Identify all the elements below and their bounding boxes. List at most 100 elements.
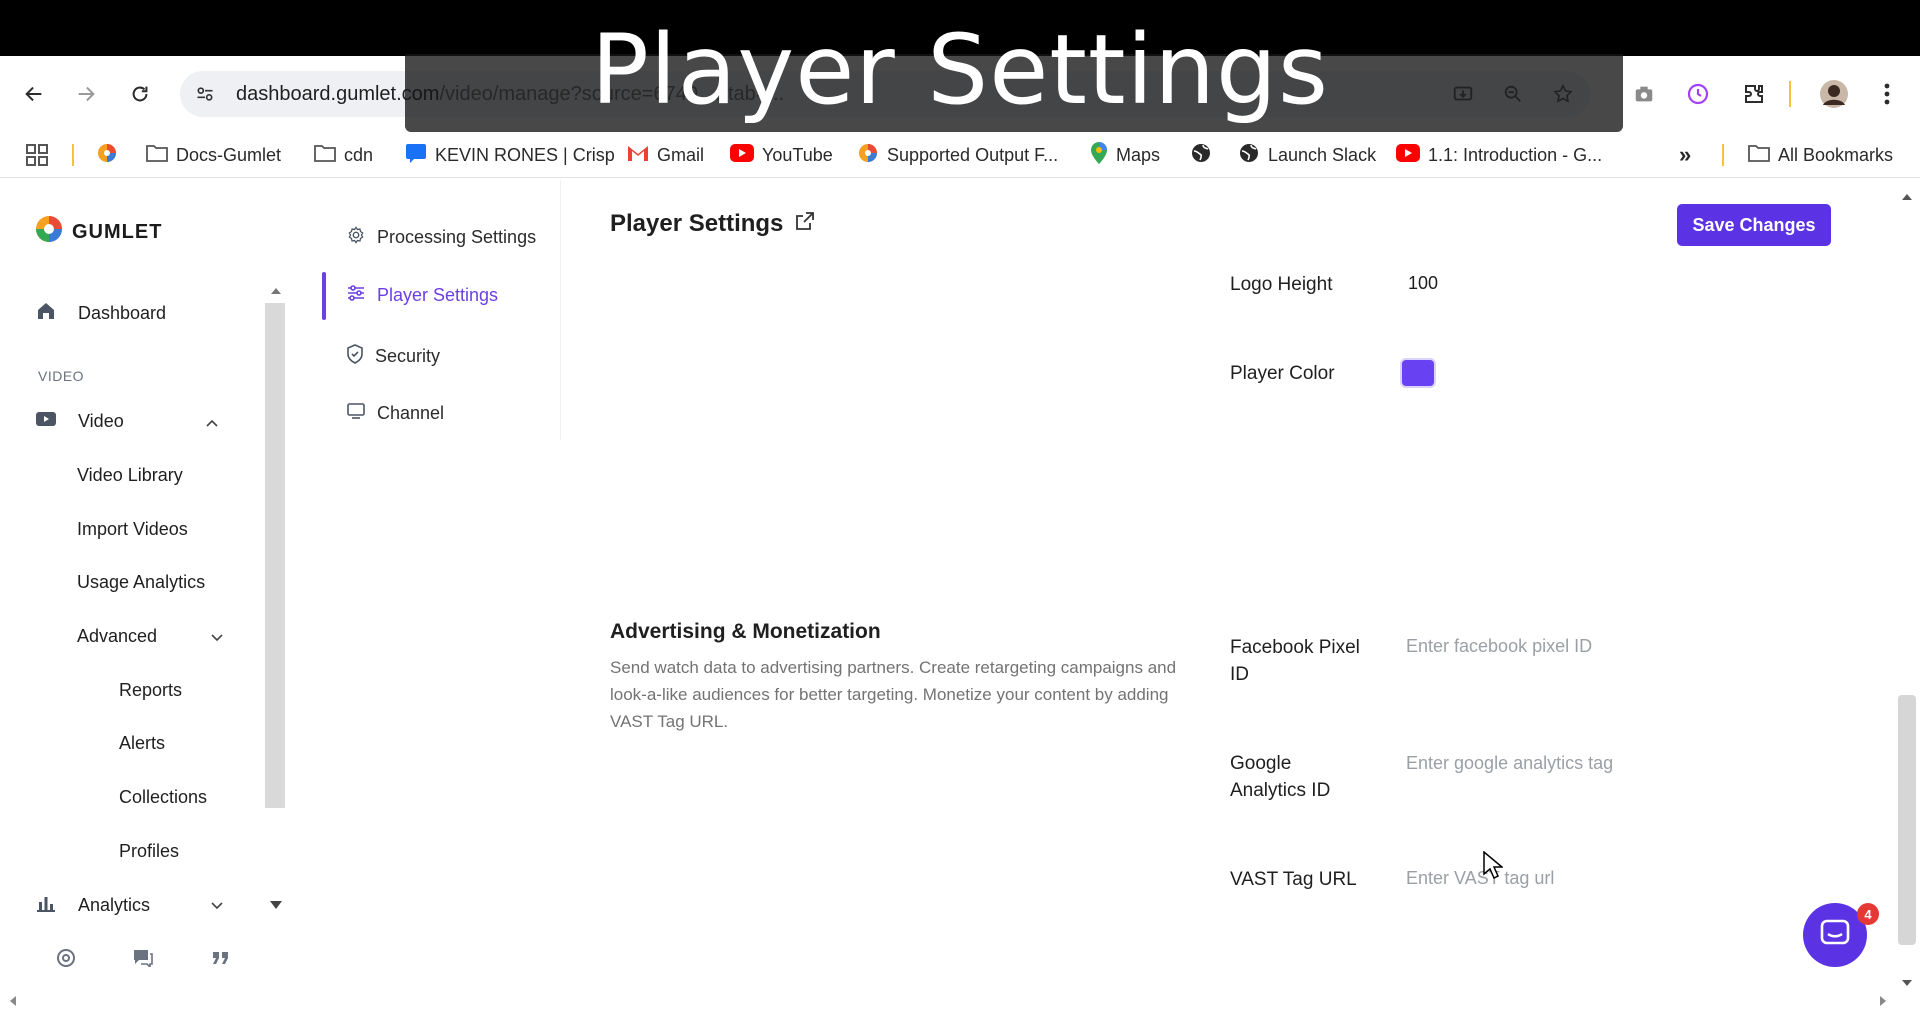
video-top-bar <box>0 0 1920 56</box>
tab-player-settings[interactable]: Player Settings <box>347 285 498 306</box>
sidebar-scrollbar[interactable] <box>265 303 285 808</box>
sidebar-item-reports[interactable]: Reports <box>119 680 182 701</box>
reload-icon[interactable] <box>120 74 160 114</box>
facebook-pixel-input[interactable] <box>1406 629 1826 663</box>
bookmark-gumlet[interactable] <box>96 140 126 170</box>
chat-icon[interactable] <box>131 946 155 970</box>
camera-extension-icon[interactable] <box>1624 74 1664 114</box>
all-bookmarks-button[interactable]: All Bookmarks <box>1748 140 1893 170</box>
save-changes-button[interactable]: Save Changes <box>1677 204 1831 246</box>
bookmark-globe[interactable] <box>1190 140 1212 170</box>
sidebar-item-dashboard[interactable]: Dashboard <box>36 301 166 326</box>
external-link-icon[interactable] <box>795 210 815 238</box>
tab-channel[interactable]: Channel <box>347 403 444 424</box>
sidebar-item-video[interactable]: Video <box>36 411 124 432</box>
bookmark-label: cdn <box>344 144 374 165</box>
bookmark-star-icon[interactable] <box>1550 81 1576 107</box>
sidebar-section-video: VIDEO <box>38 368 85 384</box>
bookmark-supported-output[interactable]: Supported Output F... <box>857 140 1058 170</box>
bookmark-label: YouTube <box>762 144 833 165</box>
sidebar-item-advanced[interactable]: Advanced <box>77 626 157 647</box>
scroll-down-arrow-icon[interactable] <box>269 898 283 912</box>
folder-icon <box>1748 143 1770 168</box>
tab-processing-settings[interactable]: Processing Settings <box>347 226 536 249</box>
page-title-text: Player Settings <box>610 210 784 237</box>
sidebar-scroll-thumb[interactable] <box>265 303 285 808</box>
video-icon <box>36 411 56 432</box>
sidebar-item-alerts[interactable]: Alerts <box>119 733 165 754</box>
bookmark-crisp[interactable]: KEVIN RONES | Crisp <box>405 140 615 170</box>
apps-grid-icon[interactable] <box>26 140 48 170</box>
vast-tag-input[interactable] <box>1406 861 1826 895</box>
bookmark-label: Maps <box>1116 144 1161 165</box>
support-icon[interactable] <box>54 946 78 970</box>
site-info-icon[interactable] <box>192 81 218 107</box>
sidebar-item-video-library[interactable]: Video Library <box>77 465 183 486</box>
google-analytics-label: Google Analytics ID <box>1230 753 1331 801</box>
chevron-up-icon[interactable] <box>205 416 219 430</box>
address-bar[interactable]: dashboard.gumlet.com/video/manage?source… <box>180 71 1590 117</box>
chevron-down-icon[interactable] <box>210 899 224 913</box>
sidebar-item-collections[interactable]: Collections <box>119 787 207 808</box>
maps-icon <box>1090 141 1108 170</box>
back-icon[interactable] <box>14 74 54 114</box>
player-color-swatch[interactable] <box>1400 358 1436 388</box>
url-text: dashboard.gumlet.com/video/manage?source… <box>236 83 784 106</box>
browser-menu-icon[interactable] <box>1867 74 1907 114</box>
youtube-icon <box>1396 143 1420 167</box>
scroll-left-icon[interactable] <box>6 994 20 1008</box>
page-scrollbar[interactable] <box>1896 180 1920 1000</box>
logo-height-label: Logo Height <box>1230 274 1333 295</box>
sidebar-item-analytics[interactable]: Analytics <box>36 894 150 917</box>
chevron-down-icon[interactable] <box>210 631 224 645</box>
section-description: Send watch data to advertising partners.… <box>610 658 1177 731</box>
bookmark-docs-gumlet[interactable]: Docs-Gumlet <box>146 140 281 170</box>
forward-icon[interactable] <box>66 74 106 114</box>
sidebar-item-label: Analytics <box>78 895 151 915</box>
quote-icon[interactable] <box>209 946 233 970</box>
bookmark-cdn[interactable]: cdn <box>314 140 373 170</box>
bookmark-introduction[interactable]: 1.1: Introduction - G... <box>1396 140 1602 170</box>
gumlet-logo[interactable]: GUMLET <box>34 214 162 250</box>
scroll-right-icon[interactable] <box>1876 994 1890 1008</box>
shield-icon <box>347 344 363 369</box>
extensions-puzzle-icon[interactable] <box>1734 74 1774 114</box>
install-app-icon[interactable] <box>1450 81 1476 107</box>
horizontal-scrollbar[interactable] <box>0 992 1896 1010</box>
google-analytics-input[interactable] <box>1406 746 1826 780</box>
page-title: Player Settings <box>610 210 815 238</box>
sidebar-item-label: Video <box>78 411 124 431</box>
tab-security[interactable]: Security <box>347 344 440 369</box>
bookmark-label: Docs-Gumlet <box>176 144 282 165</box>
chat-notification-badge: 4 <box>1857 903 1879 925</box>
page-scroll-down-icon[interactable] <box>1900 976 1914 990</box>
clock-extension-icon[interactable] <box>1678 74 1718 114</box>
url-host: dashboard.gumlet.com <box>236 83 440 105</box>
active-tab-indicator <box>322 272 326 320</box>
zoom-icon[interactable] <box>1500 81 1526 107</box>
sidebar-item-import-videos[interactable]: Import Videos <box>77 519 188 540</box>
profile-avatar[interactable] <box>1814 74 1854 114</box>
bar-chart-icon <box>36 894 56 917</box>
tab-label: Player Settings <box>377 285 499 305</box>
bookmark-gmail[interactable]: Gmail <box>627 140 704 170</box>
bookmark-youtube[interactable]: YouTube <box>730 140 833 170</box>
tab-label: Security <box>375 346 441 366</box>
url-path: /video/manage?source=6740...&tab=... <box>439 83 785 105</box>
bookmark-launch-slack[interactable]: Launch Slack <box>1238 140 1376 170</box>
bookmark-label: Launch Slack <box>1268 144 1377 165</box>
mouse-cursor-icon <box>1483 850 1505 884</box>
scroll-up-arrow-icon[interactable] <box>269 284 283 298</box>
bookmark-label: Gmail <box>657 144 705 165</box>
bookmark-label: 1.1: Introduction - G... <box>1428 144 1603 165</box>
sidebar-item-profiles[interactable]: Profiles <box>119 841 179 862</box>
gumlet-logo-icon <box>34 214 64 250</box>
bookmark-maps[interactable]: Maps <box>1090 140 1160 170</box>
logo-height-value[interactable]: 100 <box>1408 273 1438 294</box>
more-bookmarks-button[interactable]: » <box>1679 140 1691 170</box>
page-scroll-up-icon[interactable] <box>1900 190 1914 204</box>
sidebar-item-usage-analytics[interactable]: Usage Analytics <box>77 572 205 593</box>
home-icon <box>36 301 56 326</box>
bookmark-label: KEVIN RONES | Crisp <box>435 144 615 165</box>
page-scroll-thumb[interactable] <box>1898 695 1916 945</box>
